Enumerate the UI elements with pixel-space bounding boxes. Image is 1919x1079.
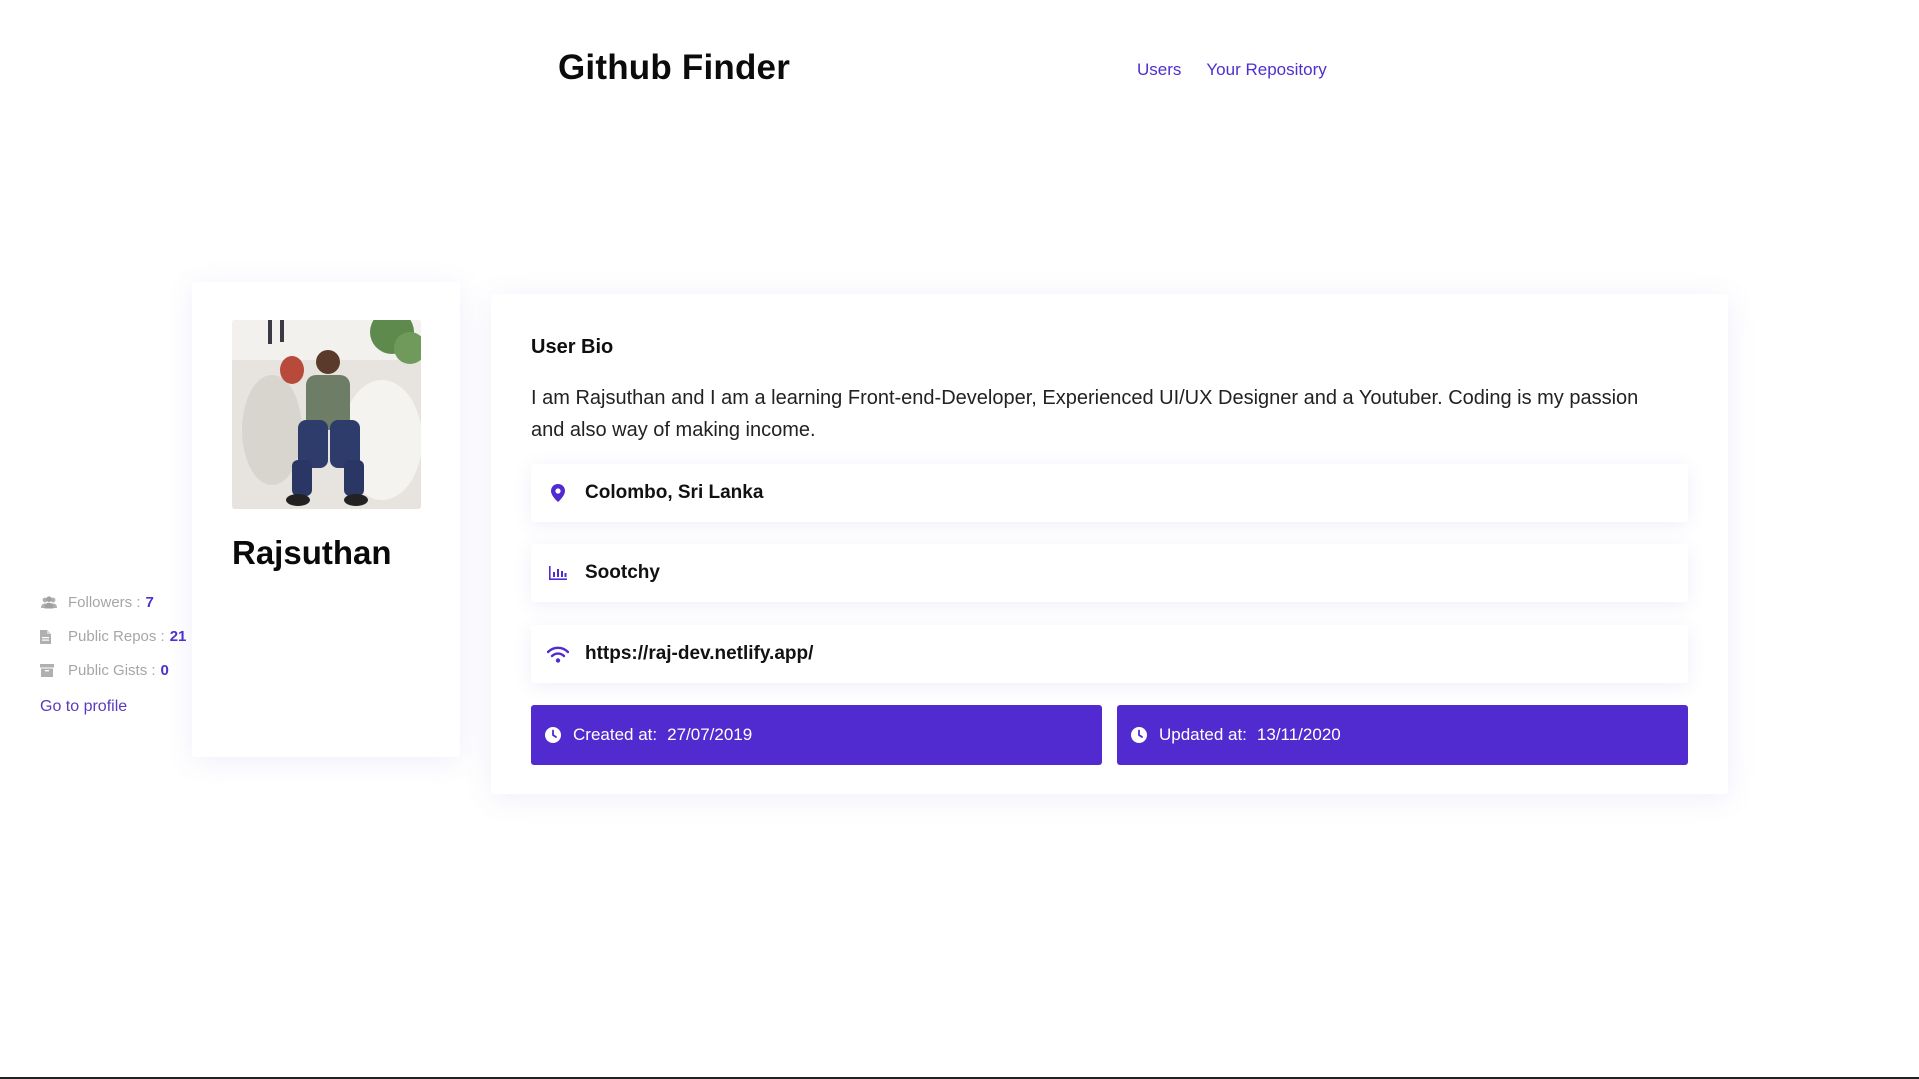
repos-label: Public Repos : bbox=[68, 628, 165, 645]
location-row: Colombo, Sri Lanka bbox=[531, 464, 1688, 522]
created-at-label: Created at: bbox=[573, 725, 658, 744]
bio-card: User Bio I am Rajsuthan and I am a learn… bbox=[491, 294, 1728, 794]
clock-icon bbox=[545, 727, 561, 743]
nav-users-link[interactable]: Users bbox=[1137, 60, 1181, 80]
location-text: Colombo, Sri Lanka bbox=[585, 482, 764, 503]
repos-count: 21 bbox=[169, 628, 187, 645]
followers-count: 7 bbox=[145, 594, 154, 611]
brand-title[interactable]: Github Finder bbox=[558, 48, 790, 88]
profile-card: Rajsuthan bbox=[192, 282, 460, 757]
top-nav: Users Your Repository bbox=[1137, 60, 1327, 80]
page: Github Finder Users Your Repository Rajs… bbox=[0, 0, 1919, 1079]
gists-label: Public Gists : bbox=[68, 662, 156, 679]
created-at-box: Created at: 27/07/2019 bbox=[531, 705, 1102, 765]
bio-heading: User Bio bbox=[531, 336, 614, 358]
gists-stat: Public Gists : 0 bbox=[40, 662, 169, 679]
avatar-photo bbox=[232, 320, 421, 509]
company-text: Sootchy bbox=[585, 562, 660, 583]
blog-link[interactable]: https://raj-dev.netlify.app/ bbox=[585, 643, 813, 665]
archive-icon bbox=[40, 664, 58, 678]
file-icon bbox=[40, 629, 58, 644]
bio-text: I am Rajsuthan and I am a learning Front… bbox=[531, 387, 1639, 441]
gists-count: 0 bbox=[160, 662, 169, 679]
updated-at-label: Updated at: bbox=[1159, 725, 1247, 744]
clock-icon bbox=[1131, 727, 1147, 743]
bar-chart-icon bbox=[547, 562, 569, 584]
wifi-icon bbox=[547, 643, 569, 665]
followers-label: Followers : bbox=[68, 594, 141, 611]
nav-repository-link[interactable]: Your Repository bbox=[1206, 60, 1326, 80]
updated-at-value: 13/11/2020 bbox=[1256, 725, 1341, 744]
users-icon bbox=[40, 596, 58, 610]
created-at-value: 27/07/2019 bbox=[667, 725, 753, 744]
avatar bbox=[232, 320, 421, 509]
followers-stat: Followers : 7 bbox=[40, 594, 154, 611]
repos-stat: Public Repos : 21 bbox=[40, 628, 186, 645]
company-row: Sootchy bbox=[531, 544, 1688, 602]
go-to-profile-link[interactable]: Go to profile bbox=[40, 698, 127, 716]
map-pin-icon bbox=[547, 482, 569, 504]
updated-at-box: Updated at: 13/11/2020 bbox=[1117, 705, 1688, 765]
user-name: Rajsuthan bbox=[232, 534, 392, 571]
blog-row[interactable]: https://raj-dev.netlify.app/ bbox=[531, 625, 1688, 683]
